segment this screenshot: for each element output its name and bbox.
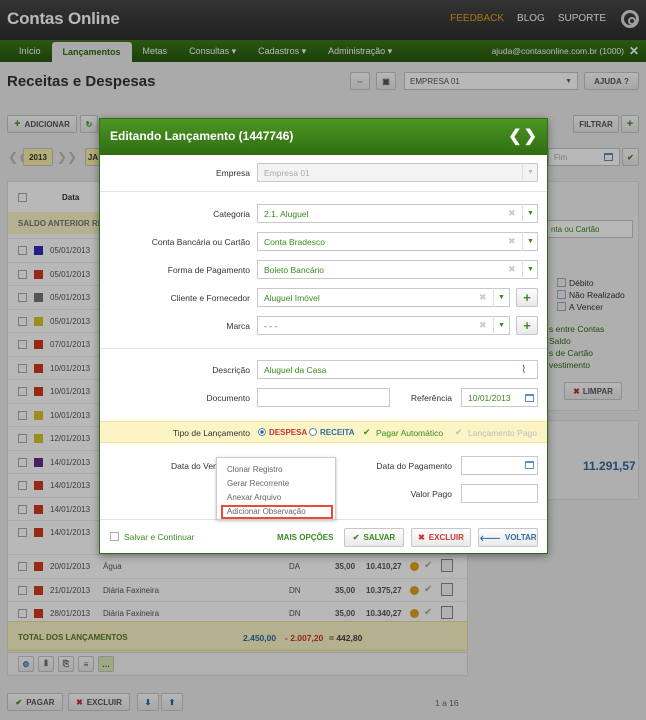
add-marca-button[interactable]: + xyxy=(516,316,538,335)
check-icon: ✔ xyxy=(352,533,360,542)
calendar-icon[interactable] xyxy=(525,394,534,402)
menu-item-recorrente[interactable]: Gerar Recorrente xyxy=(227,479,289,488)
salvar-label: SALVAR xyxy=(363,533,396,542)
descricao-value: Aluguel da Casa xyxy=(264,364,327,375)
add-cliente-button[interactable]: + xyxy=(516,288,538,307)
categoria-label: Categoria xyxy=(213,209,250,219)
conta-label: Conta Bancária ou Cartão xyxy=(151,237,250,247)
descricao-input[interactable]: Aluguel da Casa xyxy=(257,360,538,379)
chevron-down-icon[interactable]: ▼ xyxy=(493,288,509,307)
referencia-value: 10/01/2013 xyxy=(468,392,511,403)
clear-icon[interactable]: ✖ xyxy=(479,292,487,303)
chevron-down-icon[interactable]: ▼ xyxy=(522,232,538,251)
marca-value: - - - xyxy=(264,320,278,331)
x-icon: ✖ xyxy=(418,533,425,542)
cliente-select[interactable]: Aluguel Imóvel xyxy=(257,288,510,307)
clear-icon[interactable]: ✖ xyxy=(479,320,487,331)
menu-item-anexar[interactable]: Anexar Arquivo xyxy=(227,493,281,502)
receita-radio[interactable] xyxy=(309,428,317,436)
clear-icon[interactable]: ✖ xyxy=(508,236,516,247)
divider xyxy=(100,348,547,349)
clear-icon[interactable]: ✖ xyxy=(508,264,516,275)
lancamento-pago-toggle[interactable]: Lançamento Pago xyxy=(468,428,537,438)
empresa-field-value: Empresa 01 xyxy=(264,167,310,178)
valor-pago-input[interactable] xyxy=(461,484,538,503)
marca-label: Marca xyxy=(226,321,250,331)
menu-item-clonar[interactable]: Clonar Registro xyxy=(227,465,283,474)
marca-select[interactable]: - - - xyxy=(257,316,510,335)
receita-label: RECEITA xyxy=(320,428,355,437)
mais-opcoes-button[interactable]: MAIS OPÇÕES xyxy=(277,533,333,542)
check-icon: ✔ xyxy=(455,427,463,437)
referencia-label: Referência xyxy=(410,393,452,403)
divider xyxy=(100,191,547,192)
mais-opcoes-menu: Clonar Registro Gerar Recorrente Anexar … xyxy=(216,457,336,520)
arrow-left-icon: 🡐 xyxy=(479,533,501,543)
vencimento-label: Data do Ven xyxy=(171,461,218,471)
forma-pagamento-select[interactable]: Boleto Bancário xyxy=(257,260,538,279)
voltar-label: VOLTAR xyxy=(504,533,537,542)
excluir-button[interactable]: ✖ EXCLUIR xyxy=(411,528,471,547)
empresa-label: Empresa xyxy=(215,168,250,178)
forma-pagamento-label: Forma de Pagamento xyxy=(167,265,250,275)
edit-modal: Editando Lançamento (1447746) ❮❯ Empresa… xyxy=(99,118,548,554)
calendar-icon[interactable] xyxy=(525,461,534,469)
salvar-continuar-checkbox[interactable] xyxy=(110,532,119,541)
empresa-field: Empresa 01 xyxy=(257,163,538,182)
salvar-button[interactable]: ✔ SALVAR xyxy=(344,528,404,547)
check-icon: ✔ xyxy=(363,427,371,437)
descricao-label: Descrição xyxy=(212,365,250,375)
paperclip-icon[interactable]: ⌇ xyxy=(521,363,526,376)
excluir-label: EXCLUIR xyxy=(428,533,464,542)
cliente-label: Cliente e Fornecedor xyxy=(170,293,250,303)
categoria-select[interactable]: 2.1. Aluguel xyxy=(257,204,538,223)
chevron-down-icon[interactable]: ▼ xyxy=(522,204,538,223)
conta-select[interactable]: Conta Bradesco xyxy=(257,232,538,251)
clear-icon[interactable]: ✖ xyxy=(508,208,516,219)
categoria-value: 2.1. Aluguel xyxy=(264,208,309,219)
despesa-radio[interactable] xyxy=(258,428,266,436)
conta-value: Conta Bradesco xyxy=(264,236,325,247)
prev-next-icon[interactable]: ❮❯ xyxy=(508,126,539,146)
chevron-down-icon[interactable]: ▼ xyxy=(522,260,538,279)
chevron-down-icon: ▼ xyxy=(522,163,538,182)
voltar-button[interactable]: 🡐 VOLTAR xyxy=(478,528,538,547)
documento-label: Documento xyxy=(206,393,250,403)
menu-item-observacao[interactable]: Adicionar Observação xyxy=(227,507,306,516)
salvar-continuar-label[interactable]: Salvar e Continuar xyxy=(124,532,194,542)
pagar-automatico-toggle[interactable]: Pagar Automático xyxy=(376,428,443,438)
modal-title: Editando Lançamento (1447746) xyxy=(110,129,294,143)
despesa-label: DESPESA xyxy=(269,428,308,437)
tipo-label: Tipo de Lançamento xyxy=(172,428,250,438)
chevron-down-icon[interactable]: ▼ xyxy=(493,316,509,335)
cliente-value: Aluguel Imóvel xyxy=(264,292,320,303)
forma-pagamento-value: Boleto Bancário xyxy=(264,264,325,275)
